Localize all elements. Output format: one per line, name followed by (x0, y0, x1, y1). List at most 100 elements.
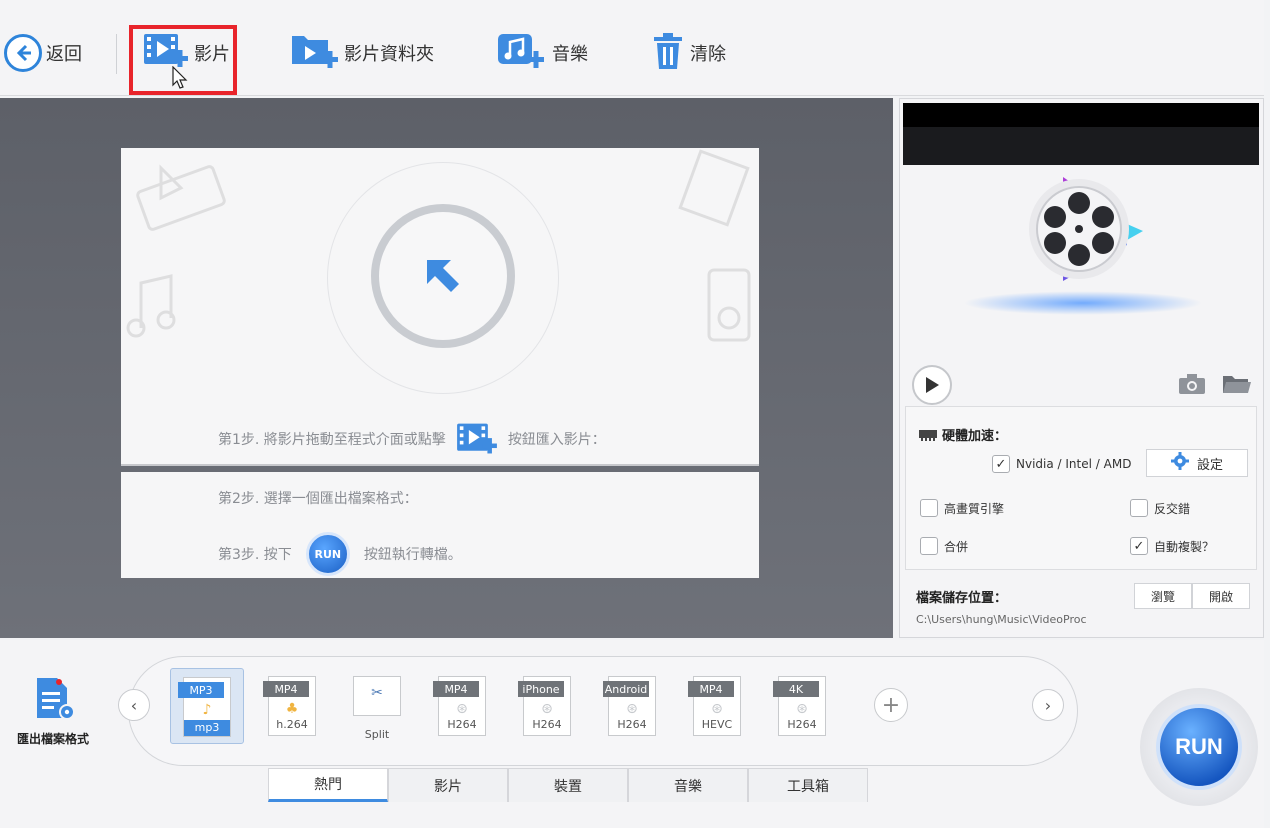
music-deco-icon (126, 274, 176, 338)
format-doc-icon: MP4 ⊛ H264 (433, 676, 486, 736)
step3-prefix: 第3步. 按下 (218, 547, 292, 563)
format-doc-icon: MP3 ♪ mp3 (178, 677, 231, 737)
instruction-card-top: 第1步. 將影片拖動至程式介面或點擊 按鈕匯入影片： (121, 148, 759, 466)
drop-target-ring[interactable] (371, 204, 515, 348)
format-caption: Split (364, 728, 390, 741)
right-panel: 硬體加速： ✓ Nvidia / Intel / AMD 設定 高畫質引擎 反交… (899, 98, 1264, 638)
plus-icon: + (881, 692, 901, 718)
format-item-mp4-hevc[interactable]: MP4 ⊛ HEVC (680, 668, 754, 744)
clear-label: 清除 (690, 44, 726, 65)
chevron-right-icon: › (1044, 695, 1052, 715)
format-item-split[interactable]: ✂ Split (340, 668, 414, 744)
format-item-4k[interactable]: 4K ⊛ H264 (765, 668, 839, 744)
clear-button[interactable]: 清除 (650, 28, 726, 78)
format-item-android[interactable]: Android ⊛ H264 (595, 668, 669, 744)
add-format-button[interactable]: + (874, 688, 908, 722)
checkbox-unchecked-icon[interactable] (920, 499, 938, 517)
save-path-text: C:\Users\hung\Music\VideoProc (916, 613, 1087, 626)
add-music-button[interactable]: 音樂 (496, 28, 588, 78)
film-reel-logo-icon (1029, 177, 1143, 281)
people-icon: ♪ (202, 702, 212, 718)
checkbox-unchecked-icon[interactable] (1130, 499, 1148, 517)
format-tag: MP4 (688, 681, 734, 697)
output-format-label: 匯出檔案格式 (16, 732, 89, 746)
avi-deco-icon (678, 149, 750, 227)
merge-label: 合併 (944, 539, 969, 554)
format-item-mp4-h264[interactable]: MP4 ♣ h.264 (255, 668, 329, 744)
device-deco-icon (707, 268, 751, 342)
add-video-inline-icon (456, 423, 497, 454)
format-tag: MP4 (263, 681, 309, 697)
hw-settings-button[interactable]: 設定 (1146, 449, 1248, 477)
hardware-acceleration-box: 硬體加速： ✓ Nvidia / Intel / AMD 設定 高畫質引擎 反交… (905, 406, 1257, 570)
output-format-button[interactable]: 匯出檔案格式 (8, 676, 98, 747)
tools-icon: ✂ (371, 685, 383, 701)
auto-copy-checkbox[interactable]: ✓ 自動複製？ (1130, 537, 1214, 555)
nvidia-intel-amd-checkbox[interactable]: ✓ Nvidia / Intel / AMD (992, 455, 1131, 473)
format-tag: MP3 (178, 682, 224, 698)
film-deco-icon (136, 164, 226, 231)
format-tag: Android (603, 681, 649, 697)
add-video-folder-button[interactable]: 影片資料夾 (290, 28, 434, 78)
format-sub: H264 (617, 718, 647, 731)
format-tabs: 熱門 影片 裝置 音樂 工具箱 (268, 768, 868, 802)
path-buttons: 瀏覽 開啟 (1134, 583, 1250, 609)
film-reel-icon: ⊛ (796, 701, 808, 717)
film-reel-icon: ⊛ (456, 701, 468, 717)
run-mini-icon: RUN (305, 532, 350, 576)
format-item-mp4-h264-b[interactable]: MP4 ⊛ H264 (425, 668, 499, 744)
instruction-card-bottom: 第2步. 選擇一個匯出檔案格式： 第3步. 按下 RUN 按鈕執行轉檔。 (121, 472, 759, 578)
add-music-label: 音樂 (552, 44, 588, 65)
format-tag: MP4 (433, 681, 479, 697)
step1-text: 第1步. 將影片拖動至程式介面或點擊 按鈕匯入影片： (218, 420, 606, 458)
deinterlace-label: 反交錯 (1154, 501, 1191, 516)
checkbox-checked-icon[interactable]: ✓ (1130, 537, 1148, 555)
gpu-chip-icon (919, 429, 937, 441)
format-sub: h.264 (276, 718, 308, 731)
format-doc-icon: MP4 ♣ h.264 (263, 676, 316, 736)
auto-copy-label: 自動複製？ (1154, 539, 1215, 554)
back-button[interactable]: 返回 (4, 28, 82, 78)
checkbox-checked-icon[interactable]: ✓ (992, 455, 1010, 473)
tab-device[interactable]: 裝置 (508, 768, 628, 802)
drop-area[interactable]: 第1步. 將影片拖動至程式介面或點擊 按鈕匯入影片： 第2步. 選擇一個匯出檔案… (0, 98, 893, 638)
film-reel-icon: ⊛ (626, 701, 638, 717)
camera-icon (1179, 374, 1205, 394)
carousel-next-button[interactable]: › (1032, 689, 1064, 721)
chevron-left-icon: ‹ (130, 695, 138, 715)
instruction-card: 第1步. 將影片拖動至程式介面或點擊 按鈕匯入影片： (121, 148, 759, 466)
save-location-label: 檔案儲存位置： (916, 591, 1008, 606)
tab-popular[interactable]: 熱門 (268, 768, 388, 802)
deinterlace-checkbox[interactable]: 反交錯 (1130, 499, 1190, 517)
nvidia-label: Nvidia / Intel / AMD (1016, 457, 1132, 471)
step3-text: 第3步. 按下 RUN 按鈕執行轉檔。 (218, 532, 462, 576)
carousel-prev-button[interactable]: ‹ (118, 689, 150, 721)
open-output-folder-button[interactable] (1222, 373, 1252, 399)
high-quality-engine-checkbox[interactable]: 高畫質引擎 (920, 499, 1004, 517)
format-tag: 4K (773, 681, 819, 697)
open-button[interactable]: 開啟 (1192, 583, 1250, 609)
format-sub: mp3 (184, 720, 230, 736)
run-button[interactable]: RUN (1156, 704, 1242, 790)
video-preview (903, 103, 1259, 353)
toolbar-divider (116, 34, 117, 74)
high-quality-engine-label: 高畫質引擎 (944, 501, 1005, 516)
merge-checkbox[interactable]: 合併 (920, 537, 968, 555)
preview-letterbox-top (903, 103, 1259, 127)
format-item-mp3[interactable]: MP3 ♪ mp3 (170, 668, 244, 744)
tab-video[interactable]: 影片 (388, 768, 508, 802)
play-button[interactable] (912, 365, 952, 405)
video-folder-icon (290, 30, 340, 76)
tab-toolbox[interactable]: 工具箱 (748, 768, 868, 802)
format-item-iphone[interactable]: iPhone ⊛ H264 (510, 668, 584, 744)
checkbox-unchecked-icon[interactable] (920, 537, 938, 555)
snapshot-button[interactable] (1178, 373, 1206, 399)
browse-button[interactable]: 瀏覽 (1134, 583, 1192, 609)
tab-music[interactable]: 音樂 (628, 768, 748, 802)
format-sub: H264 (787, 718, 817, 731)
format-sub: H264 (447, 718, 477, 731)
hw-accel-title: 硬體加速： (918, 425, 1007, 444)
settings-label: 設定 (1196, 457, 1223, 473)
preview-glow (963, 291, 1203, 315)
format-doc-icon: iPhone ⊛ H264 (518, 676, 571, 736)
